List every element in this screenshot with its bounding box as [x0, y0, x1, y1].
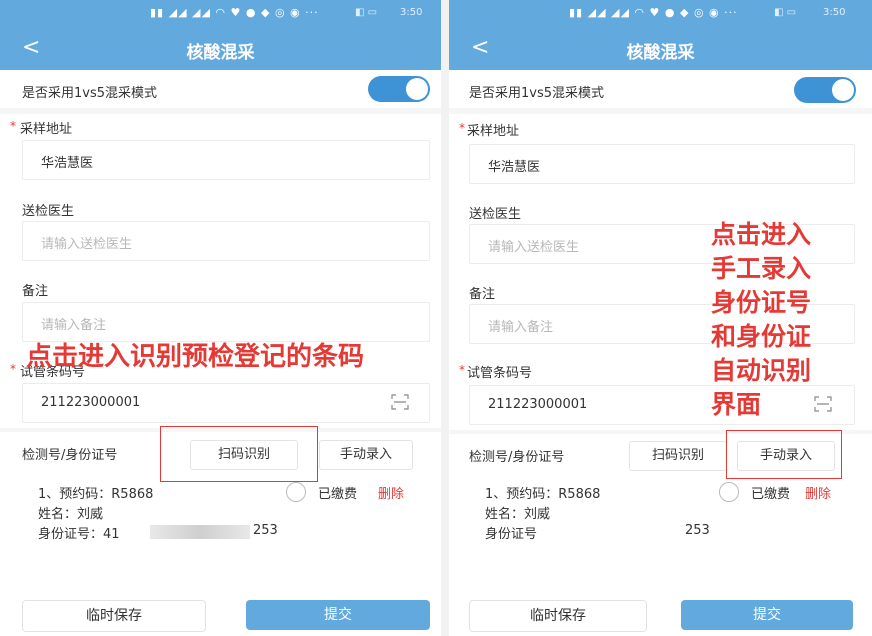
id-number-tail: 253 — [685, 523, 710, 538]
doctor-placeholder: 请输入送检医生 — [488, 240, 580, 255]
tube-label: 试管条码号 — [467, 366, 533, 381]
manual-entry-button[interactable]: 手动录入 — [319, 440, 413, 470]
scan-button[interactable]: 扫码识别 — [629, 441, 727, 471]
redaction-blur — [150, 525, 250, 539]
id-number-label: 身份证号 — [485, 527, 538, 542]
status-bar: ▮▮ ◢◢ ◢◢ ◠ ♥ ● ◆ ◎ ◉ ··· ◧ ▭ 3:50 — [0, 0, 441, 30]
paid-radio[interactable] — [286, 482, 306, 502]
left-screen: ▮▮ ◢◢ ◢◢ ◠ ♥ ● ◆ ◎ ◉ ··· ◧ ▭ 3:50 < 核酸混采… — [0, 0, 441, 636]
patient-name: 姓名：刘威 — [38, 507, 104, 522]
site-field[interactable]: 华浩慧医 — [22, 140, 430, 180]
id-number-label: 身份证号：41 — [38, 527, 120, 542]
temp-save-button[interactable]: 临时保存 — [22, 600, 206, 632]
tube-value: 211223000001 — [488, 397, 588, 412]
tube-value: 211223000001 — [41, 395, 141, 410]
site-value: 华浩慧医 — [41, 156, 94, 171]
note-placeholder: 请输入备注 — [488, 320, 554, 335]
temp-save-button[interactable]: 临时保存 — [469, 600, 647, 632]
site-label: 采样地址 — [20, 122, 73, 137]
annotation-left: 点击进入识别预检登记的条码 — [26, 342, 365, 372]
battery-icon: ◧ ▭ — [355, 7, 378, 18]
required-mark: * — [10, 362, 16, 376]
note-input[interactable]: 请输入备注 — [22, 302, 430, 342]
highlight-box — [160, 426, 318, 482]
tube-field[interactable]: 211223000001 — [22, 383, 430, 423]
submit-button[interactable]: 提交 — [246, 600, 430, 630]
divider — [449, 108, 872, 114]
signal-wifi-icons: ▮▮ ◢◢ ◢◢ ◠ ♥ ● ◆ ◎ ◉ ··· — [569, 6, 738, 19]
required-mark: * — [459, 121, 465, 135]
required-mark: * — [10, 119, 16, 133]
paid-label: 已缴费 — [751, 487, 791, 502]
note-placeholder: 请输入备注 — [41, 318, 107, 333]
doctor-input[interactable]: 请输入送检医生 — [22, 221, 430, 261]
status-time: 3:50 — [400, 7, 423, 18]
id-number-tail: 253 — [253, 523, 278, 538]
required-mark: * — [459, 363, 465, 377]
paid-radio[interactable] — [719, 482, 739, 502]
doctor-label: 送检医生 — [469, 207, 522, 222]
page-title: 核酸混采 — [626, 43, 695, 63]
mode-toggle-label: 是否采用1vs5混采模式 — [469, 86, 605, 101]
top-bar: < 核酸混采 — [449, 30, 872, 70]
toggle-knob — [832, 79, 854, 101]
page-title: 核酸混采 — [186, 43, 255, 63]
note-label: 备注 — [469, 287, 496, 302]
doctor-placeholder: 请输入送检医生 — [41, 237, 133, 252]
submit-button[interactable]: 提交 — [681, 600, 853, 630]
mode-toggle-label: 是否采用1vs5混采模式 — [22, 86, 158, 101]
detect-label: 检测号/身份证号 — [22, 448, 118, 463]
patient-name: 姓名：刘威 — [485, 507, 551, 522]
mode-toggle[interactable] — [794, 77, 856, 103]
annotation-right: 点击进入 手工录入 身份证号 和身份证 自动识别 界面 — [711, 220, 812, 419]
paid-label: 已缴费 — [318, 487, 358, 502]
delete-link[interactable]: 删除 — [805, 483, 831, 502]
site-label: 采样地址 — [467, 124, 520, 139]
detect-label: 检测号/身份证号 — [469, 450, 565, 465]
mode-row: 是否采用1vs5混采模式 — [449, 72, 872, 108]
doctor-label: 送检医生 — [22, 204, 75, 219]
appointment-code: 1、预约码：R5868 — [485, 487, 601, 502]
divider — [0, 108, 441, 114]
top-bar: < 核酸混采 — [0, 30, 441, 70]
right-screen: ▮▮ ◢◢ ◢◢ ◠ ♥ ● ◆ ◎ ◉ ··· ◧ ▭ 3:50 < 核酸混采… — [449, 0, 872, 636]
note-label: 备注 — [22, 284, 49, 299]
highlight-box — [726, 430, 842, 479]
mode-row: 是否采用1vs5混采模式 — [0, 72, 441, 108]
battery-icon: ◧ ▭ — [774, 7, 797, 18]
delete-link[interactable]: 删除 — [378, 483, 404, 502]
site-field[interactable]: 华浩慧医 — [469, 144, 855, 184]
toggle-knob — [406, 78, 428, 100]
status-time: 3:50 — [823, 7, 846, 18]
site-value: 华浩慧医 — [488, 160, 541, 175]
panel-gap — [441, 0, 449, 636]
mode-toggle[interactable] — [368, 76, 430, 102]
signal-wifi-icons: ▮▮ ◢◢ ◢◢ ◠ ♥ ● ◆ ◎ ◉ ··· — [150, 6, 319, 19]
scan-icon[interactable] — [391, 394, 409, 410]
status-bar: ▮▮ ◢◢ ◢◢ ◠ ♥ ● ◆ ◎ ◉ ··· ◧ ▭ 3:50 — [449, 0, 872, 30]
appointment-code: 1、预约码：R5868 — [38, 487, 154, 502]
